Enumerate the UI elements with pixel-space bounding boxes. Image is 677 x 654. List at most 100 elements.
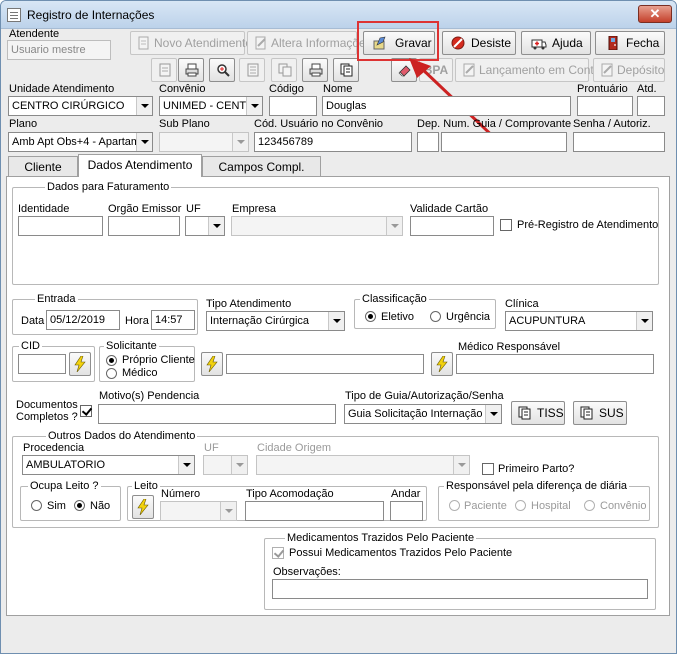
cod-usuario-input[interactable]: 123456789 xyxy=(254,132,412,152)
subplano-select[interactable] xyxy=(159,132,249,152)
chevron-down-icon xyxy=(386,217,402,235)
documentos-completos-checkbox[interactable] xyxy=(80,405,92,417)
procedencia-select[interactable]: AMBULATORIO xyxy=(22,455,195,475)
andar-label: Andar xyxy=(391,488,421,500)
printer-icon xyxy=(185,63,199,77)
resp-hospital-radio[interactable] xyxy=(515,500,526,511)
document-icon xyxy=(159,63,171,77)
resp-paciente-radio[interactable] xyxy=(449,500,460,511)
leito-search-button[interactable] xyxy=(132,495,154,519)
guia-comprovante-input[interactable] xyxy=(441,132,567,152)
solicitante-input[interactable] xyxy=(226,354,424,374)
tiss-button[interactable]: TISS xyxy=(511,401,565,425)
unidade-select[interactable]: CENTRO CIRÚRGICO xyxy=(8,96,153,116)
ocupa-leito-nao-label: Não xyxy=(90,500,111,512)
resp-convenio-radio[interactable] xyxy=(584,500,595,511)
clinica-select[interactable]: ACUPUNTURA xyxy=(505,311,653,331)
medico-responsavel-input[interactable] xyxy=(456,354,654,374)
proprio-cliente-radio[interactable] xyxy=(106,355,117,366)
urgencia-radio[interactable] xyxy=(430,311,441,322)
tab-cliente[interactable]: Cliente xyxy=(8,156,78,177)
documentos-label-line1: Documentos xyxy=(16,399,78,411)
medico-radio[interactable] xyxy=(106,368,117,379)
print-button[interactable] xyxy=(178,58,204,82)
exit-door-icon xyxy=(608,36,618,50)
tipo-guia-select[interactable]: Guia Solicitação Internação xyxy=(344,404,502,424)
close-window-button[interactable]: ✕ xyxy=(638,5,672,23)
convenio-label: Convênio xyxy=(159,83,206,95)
senha-input[interactable] xyxy=(573,132,665,152)
uf-select[interactable] xyxy=(185,216,225,236)
observacoes-input[interactable] xyxy=(272,579,648,599)
primeiro-parto-checkbox[interactable] xyxy=(482,463,494,475)
medico-responsavel-label: Médico Responsável xyxy=(458,341,561,353)
fecha-button[interactable]: Fecha xyxy=(595,31,665,55)
tipo-acomodacao-input[interactable] xyxy=(245,501,384,521)
prontuario-input[interactable] xyxy=(577,96,633,116)
gravar-highlight-box xyxy=(357,21,439,61)
solicitante-search-button[interactable] xyxy=(201,352,223,376)
cid-input[interactable] xyxy=(18,354,66,374)
andar-input[interactable] xyxy=(390,501,423,521)
origem-uf-select[interactable] xyxy=(203,455,248,475)
medico-responsavel-search-button[interactable] xyxy=(431,352,453,376)
print-2-button[interactable] xyxy=(302,58,328,82)
tipo-atendimento-select[interactable]: Internação Cirúrgica xyxy=(206,311,345,331)
tab-campos-compl[interactable]: Campos Compl. Atend. xyxy=(202,156,321,194)
possui-medicamentos-checkbox[interactable] xyxy=(272,547,284,559)
window-title: Registro de Internações xyxy=(27,8,155,22)
orgao-emissor-label: Orgão Emissor xyxy=(108,203,182,215)
ocupa-leito-nao-radio[interactable] xyxy=(74,500,85,511)
identidade-input[interactable] xyxy=(18,216,103,236)
novo-atendimento-button[interactable]: Novo Atendimento xyxy=(130,31,252,55)
tool-copy-button[interactable] xyxy=(271,58,297,82)
nome-label: Nome xyxy=(323,83,353,95)
cidade-origem-select[interactable] xyxy=(256,455,470,475)
ajuda-button[interactable]: Ajuda xyxy=(521,31,591,55)
sus-button[interactable]: SUS xyxy=(573,401,627,425)
altera-informacoes-button[interactable]: Altera Informações xyxy=(247,31,372,55)
empresa-select[interactable] xyxy=(231,216,403,236)
title-bar: Registro de Internações ✕ xyxy=(1,1,676,29)
atd-input[interactable] xyxy=(637,96,665,116)
empresa-label: Empresa xyxy=(232,203,277,215)
validade-cartao-input[interactable] xyxy=(410,216,494,236)
faturamento-title: Dados para Faturamento xyxy=(45,181,172,193)
identidade-label: Identidade xyxy=(18,203,70,215)
eletivo-radio[interactable] xyxy=(365,311,376,322)
tool-list-button[interactable] xyxy=(239,58,265,82)
validade-cartao-label: Validade Cartão xyxy=(410,203,489,215)
chevron-down-icon xyxy=(178,456,194,474)
document-stack-icon xyxy=(518,406,531,420)
nome-input[interactable]: Douglas xyxy=(322,96,571,116)
plano-select[interactable]: Amb Apt Obs+4 - Apartamento xyxy=(8,132,153,152)
chevron-down-icon xyxy=(232,133,248,151)
document-stack-icon xyxy=(580,406,593,420)
motivo-pendencia-input[interactable] xyxy=(98,404,336,424)
orgao-emissor-input[interactable] xyxy=(108,216,180,236)
senha-label: Senha / Autoriz. xyxy=(573,118,651,130)
codigo-input[interactable] xyxy=(269,96,317,116)
data-label: Data xyxy=(21,315,45,327)
hora-input[interactable]: 14:57 xyxy=(151,310,195,330)
cid-search-button[interactable] xyxy=(69,352,91,376)
ocupa-leito-sim-radio[interactable] xyxy=(31,500,42,511)
desiste-button[interactable]: Desiste xyxy=(442,31,516,55)
motivo-pendencia-label: Motivo(s) Pendencia xyxy=(99,390,200,402)
tool-pages-button[interactable] xyxy=(333,58,359,82)
zoom-button[interactable] xyxy=(209,58,235,82)
tool-document-button[interactable] xyxy=(151,58,177,82)
atendente-field[interactable]: Usuario mestre xyxy=(7,40,111,60)
deposito-button[interactable]: Depósito xyxy=(593,58,665,82)
classificacao-title: Classificação xyxy=(360,293,429,305)
leito-title: Leito xyxy=(132,480,160,492)
unidade-label: Unidade Atendimento xyxy=(9,83,115,95)
uf-label: UF xyxy=(186,203,201,215)
pre-registro-checkbox[interactable] xyxy=(500,219,512,231)
leito-numero-select[interactable] xyxy=(160,501,237,521)
data-input[interactable]: 05/12/2019 xyxy=(46,310,120,330)
dep-input[interactable] xyxy=(417,132,439,152)
clinica-label: Clínica xyxy=(505,298,539,310)
tab-dados-atendimento[interactable]: Dados Atendimento xyxy=(78,154,202,177)
convenio-select[interactable]: UNIMED - CENT xyxy=(159,96,263,116)
